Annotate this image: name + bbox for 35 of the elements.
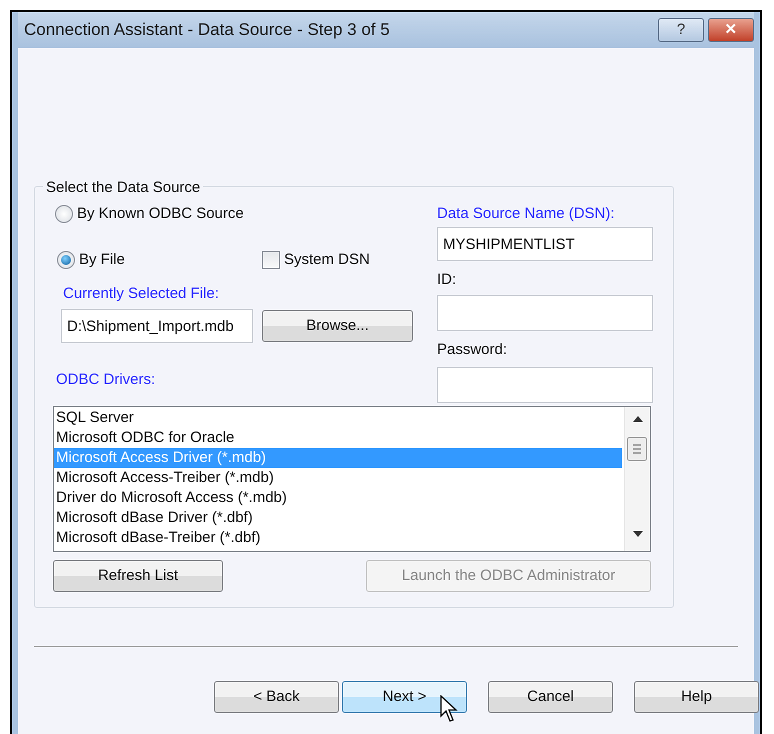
checkbox-label[interactable]: System DSN xyxy=(284,248,370,272)
dsn-label: Data Source Name (DSN): xyxy=(437,204,616,224)
scroll-thumb[interactable] xyxy=(627,437,647,461)
scroll-up-icon[interactable] xyxy=(633,416,643,422)
next-button[interactable]: Next > xyxy=(342,681,467,713)
driver-item[interactable]: Microsoft dBase Driver (*.dbf) xyxy=(54,508,624,528)
scroll-down-icon[interactable] xyxy=(633,531,643,537)
refresh-list-button[interactable]: Refresh List xyxy=(53,560,223,592)
driver-item[interactable]: SQL Server xyxy=(54,408,624,428)
id-label: ID: xyxy=(437,270,458,290)
help-button[interactable]: ? xyxy=(658,18,704,42)
radio-label[interactable]: By Known ODBC Source xyxy=(77,202,244,226)
password-label: Password: xyxy=(437,340,508,359)
scrollbar[interactable] xyxy=(624,407,650,551)
password-field[interactable] xyxy=(437,367,653,403)
driver-item[interactable]: Microsoft dBase-Treiber (*.dbf) xyxy=(54,528,624,548)
driver-item[interactable]: Driver do Microsoft Access (*.mdb) xyxy=(54,488,624,508)
back-button[interactable]: < Back xyxy=(214,681,339,713)
browse-button[interactable]: Browse... xyxy=(262,310,413,342)
radio-button[interactable] xyxy=(55,205,73,223)
file-path-field[interactable]: D:\Shipment_Import.mdb xyxy=(61,309,253,343)
radio-label[interactable]: By File xyxy=(79,248,125,272)
id-field[interactable] xyxy=(437,295,653,331)
mouse-cursor-icon xyxy=(440,695,460,723)
checkbox[interactable] xyxy=(262,251,280,269)
help-button[interactable]: Help xyxy=(634,681,759,713)
file-label: Currently Selected File: xyxy=(63,284,220,304)
dsn-field[interactable]: MYSHIPMENTLIST xyxy=(437,227,653,261)
radio-button[interactable] xyxy=(57,251,75,269)
cancel-button[interactable]: Cancel xyxy=(488,681,613,713)
drivers-label: ODBC Drivers: xyxy=(56,370,156,390)
driver-item[interactable]: Microsoft ODBC for Oracle xyxy=(54,428,624,448)
window-title: Connection Assistant - Data Source - Step 3 of 5 xyxy=(24,19,390,42)
driver-item[interactable]: Microsoft Access-Treiber (*.mdb) xyxy=(54,468,624,488)
drivers-list[interactable]: SQL Server Microsoft ODBC for Oracle Microsoft Access Driver (*.mdb) Microsoft Access-Treiber (*.mdb) Driver do Microsoft Access (*.mdb) Microsoft dBase Driver (*.dbf) Microsoft dBase-Treiber (*.dbf) xyxy=(53,406,651,552)
